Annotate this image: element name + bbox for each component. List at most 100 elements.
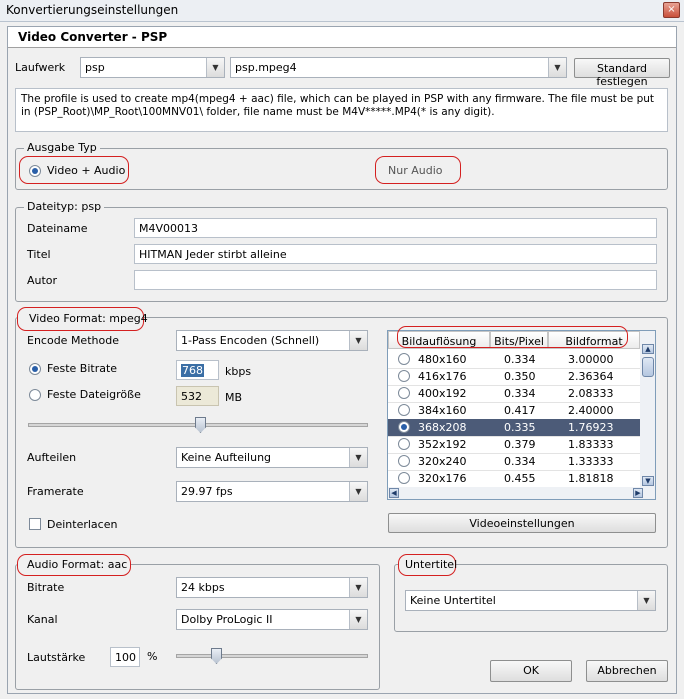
dialog-header-title: Video Converter - PSP [18, 30, 168, 44]
volume-value: 100 [115, 651, 136, 664]
resolution-cell: 400x192 [418, 387, 467, 400]
resolution-radio[interactable] [398, 455, 410, 467]
fixed-bitrate-label: Feste Bitrate [47, 362, 118, 375]
channel-select[interactable]: Dolby ProLogic II ▼ [176, 609, 368, 630]
table-row[interactable]: 384x160 0.417 2.40000 [388, 402, 640, 420]
resolution-list[interactable]: Bildauflösung Bits/Pixel Bildformat 480x… [387, 330, 656, 500]
video-audio-label: Video + Audio [47, 164, 126, 177]
framerate-label: Framerate [27, 485, 84, 498]
video-settings-button[interactable]: Videoeinstellungen [388, 513, 656, 533]
resolution-radio[interactable] [398, 387, 410, 399]
chevron-down-icon: ▼ [349, 578, 367, 597]
bits-per-pixel-cell: 0.335 [504, 421, 536, 434]
resolution-radio[interactable] [398, 353, 410, 365]
resolution-cell: 416x176 [418, 370, 467, 383]
close-button[interactable]: × [663, 2, 680, 18]
split-select[interactable]: Keine Aufteilung ▼ [176, 447, 368, 468]
window-title: Konvertierungseinstellungen [6, 3, 179, 17]
chevron-down-icon: ▼ [206, 58, 224, 77]
table-row[interactable]: 400x192 0.334 2.08333 [388, 385, 640, 403]
drive-select[interactable]: psp ▼ [80, 57, 225, 78]
video-audio-radio[interactable] [29, 165, 41, 177]
volume-unit: % [147, 650, 158, 663]
subtitle-legend: Untertitel [405, 558, 458, 571]
fixed-size-radio[interactable] [29, 389, 41, 401]
subtitle-select[interactable]: Keine Untertitel ▼ [405, 590, 656, 611]
table-row[interactable]: 368x208 0.335 1.76923 [388, 419, 640, 437]
set-default-label: Standard festlegen [596, 62, 648, 88]
deinterlace-label: Deinterlacen [47, 518, 118, 531]
audio-format-legend: Audio Format: aac [27, 558, 128, 571]
bitrate-value: 768 [181, 364, 204, 377]
cancel-button[interactable]: Abbrechen [586, 660, 668, 682]
table-row[interactable]: 320x176 0.455 1.81818 [388, 470, 640, 488]
size-input[interactable]: 532 [176, 386, 219, 406]
scroll-up-icon[interactable]: ▲ [642, 344, 654, 354]
split-value: Keine Aufteilung [181, 451, 272, 464]
resolution-radio[interactable] [398, 421, 410, 433]
table-row[interactable]: 320x240 0.334 1.33333 [388, 453, 640, 471]
volume-slider-track[interactable] [176, 654, 368, 658]
encode-method-select[interactable]: 1-Pass Encoden (Schnell) ▼ [176, 330, 368, 351]
chevron-down-icon: ▼ [637, 591, 655, 610]
profile-select[interactable]: psp.mpeg4 ▼ [230, 57, 567, 78]
bitrate-input[interactable]: 768 [176, 360, 219, 380]
subtitle-value: Keine Untertitel [410, 594, 496, 607]
framerate-value: 29.97 fps [181, 485, 233, 498]
volume-input[interactable]: 100 [110, 647, 140, 667]
fixed-size-label: Feste Dateigröße [47, 388, 141, 401]
volume-label: Lautstärke [27, 651, 86, 664]
channel-label: Kanal [27, 613, 58, 626]
author-input[interactable] [134, 270, 657, 290]
audio-bitrate-select[interactable]: 24 kbps ▼ [176, 577, 368, 598]
ok-label: OK [523, 664, 539, 677]
filename-label: Dateiname [27, 222, 88, 235]
output-type-legend: Ausgabe Typ [24, 141, 100, 154]
aspect-ratio-cell: 2.08333 [568, 387, 614, 400]
title-input[interactable]: HITMAN Jeder stirbt alleine [134, 244, 657, 264]
resolution-radio[interactable] [398, 438, 410, 450]
set-default-button[interactable]: Standard festlegen [574, 58, 670, 88]
aspect-ratio-cell: 1.76923 [568, 421, 614, 434]
resolution-radio[interactable] [398, 370, 410, 382]
resolution-cell: 480x160 [418, 353, 467, 366]
resolution-cell: 320x176 [418, 472, 467, 485]
audio-bitrate-label: Bitrate [27, 581, 65, 594]
filename-input[interactable]: M4V00013 [134, 218, 657, 238]
scroll-left-icon[interactable]: ◀ [389, 488, 399, 498]
aspect-ratio-cell: 2.40000 [568, 404, 614, 417]
bits-per-pixel-cell: 0.350 [504, 370, 536, 383]
audio-only-option[interactable]: Nur Audio [388, 164, 442, 177]
encode-method-value: 1-Pass Encoden (Schnell) [181, 334, 320, 347]
cancel-label: Abbrechen [597, 664, 657, 677]
resolution-cell: 352x192 [418, 438, 467, 451]
close-icon: × [667, 4, 676, 15]
scroll-right-icon[interactable]: ▶ [633, 488, 643, 498]
bitrate-unit: kbps [225, 365, 252, 378]
title-value: HITMAN Jeder stirbt alleine [139, 248, 287, 261]
video-format-legend: Video Format: mpeg4 [29, 312, 148, 325]
horizontal-scrollbar[interactable]: ◀ ▶ [388, 487, 655, 499]
framerate-select[interactable]: 29.97 fps ▼ [176, 481, 368, 502]
vertical-scrollbar[interactable]: ▲ ▼ [640, 331, 655, 499]
ok-button[interactable]: OK [490, 660, 572, 682]
bits-per-pixel-cell: 0.455 [504, 472, 536, 485]
resolution-radio[interactable] [398, 472, 410, 484]
chevron-down-icon: ▼ [349, 610, 367, 629]
table-row[interactable]: 480x160 0.334 3.00000 [388, 351, 640, 369]
resolution-radio[interactable] [398, 404, 410, 416]
deinterlace-checkbox[interactable] [29, 518, 41, 530]
dialog-header: Video Converter - PSP [8, 27, 676, 47]
description-text: The profile is used to create mp4(mpeg4 … [21, 93, 655, 118]
scroll-thumb[interactable] [642, 357, 654, 377]
table-row[interactable]: 416x176 0.350 2.36364 [388, 368, 640, 386]
title-bar: Konvertierungseinstellungen [0, 0, 684, 22]
scroll-down-icon[interactable]: ▼ [642, 476, 654, 486]
aspect-ratio-cell: 1.33333 [568, 455, 614, 468]
profile-value: psp.mpeg4 [235, 61, 297, 74]
title-label: Titel [27, 248, 51, 261]
table-row[interactable]: 352x192 0.379 1.83333 [388, 436, 640, 454]
fixed-bitrate-radio[interactable] [29, 363, 41, 375]
split-label: Aufteilen [27, 451, 77, 464]
filename-value: M4V00013 [139, 222, 199, 235]
